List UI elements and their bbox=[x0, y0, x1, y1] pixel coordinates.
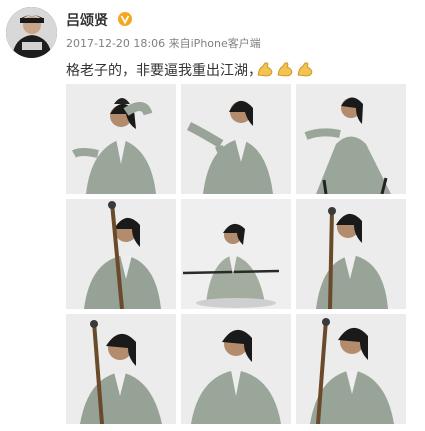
photo-8[interactable] bbox=[181, 314, 291, 424]
flexed-biceps-icon bbox=[297, 62, 313, 77]
source-prefix: 来自 bbox=[168, 37, 191, 50]
emoji-group bbox=[256, 60, 314, 78]
photo-swordsman-squatting bbox=[181, 314, 291, 424]
photo-swordsman-hand-on-head bbox=[66, 84, 176, 194]
flexed-biceps-icon bbox=[257, 62, 273, 77]
post-meta: 2017-12-20 18:06 来自iPhone客户端 bbox=[66, 37, 261, 51]
flexed-biceps-icon bbox=[277, 62, 293, 77]
photo-9[interactable] bbox=[296, 314, 406, 424]
photo-swordsman-gripping-pole bbox=[296, 314, 406, 424]
post-text: 格老子的，非要逼我重出江湖， bbox=[66, 63, 262, 79]
photo-6[interactable] bbox=[296, 199, 406, 309]
photo-5[interactable] bbox=[181, 199, 291, 309]
photo-swordsman-seated-with-staff bbox=[181, 199, 291, 309]
photo-grid bbox=[66, 84, 406, 424]
verified-v-icon bbox=[118, 12, 132, 26]
photo-swordsman-spear-closeup bbox=[66, 314, 176, 424]
post-timestamp[interactable]: 2017-12-20 18:06 bbox=[66, 37, 165, 50]
photo-4[interactable] bbox=[66, 199, 176, 309]
post-source[interactable]: iPhone客户端 bbox=[191, 37, 261, 50]
photo-swordsman-lunge-pose bbox=[296, 84, 406, 194]
photo-2[interactable] bbox=[181, 84, 291, 194]
photo-swordsman-spear-upright bbox=[296, 199, 406, 309]
photo-1[interactable] bbox=[66, 84, 176, 194]
photo-swordsman-holding-spear bbox=[66, 199, 176, 309]
photo-3[interactable] bbox=[296, 84, 406, 194]
photo-7[interactable] bbox=[66, 314, 176, 424]
author-name[interactable]: 吕颂贤 bbox=[66, 12, 108, 30]
author-avatar[interactable] bbox=[6, 7, 57, 58]
photo-swordsman-palm-strike bbox=[181, 84, 291, 194]
